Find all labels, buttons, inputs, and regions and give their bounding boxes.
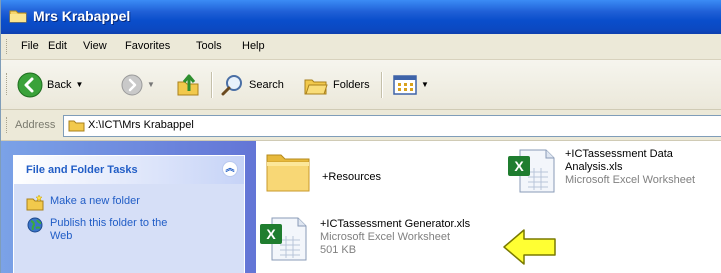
menu-help[interactable]: Help: [242, 40, 265, 52]
file-name: +ICTassessment Generator.xls: [320, 218, 471, 230]
task-panel-title: File and Folder Tasks: [26, 164, 138, 176]
address-bar: Address X:\ICT\Mrs Krabappel: [1, 110, 721, 141]
collapse-chevron-icon[interactable]: ︽: [222, 161, 238, 177]
menu-bar-grip[interactable]: [6, 39, 10, 54]
address-bar-grip[interactable]: [6, 117, 10, 133]
chevron-down-icon[interactable]: ▼: [147, 80, 155, 89]
excel-file-icon: X: [260, 217, 307, 261]
file-folder-tasks-panel: File and Folder Tasks ︽ Make a new folde…: [13, 155, 245, 273]
address-input[interactable]: X:\ICT\Mrs Krabappel: [63, 115, 721, 137]
up-folder-icon: [177, 74, 199, 95]
folders-button-label: Folders: [333, 78, 370, 91]
chevron-down-icon[interactable]: ▼: [75, 80, 83, 89]
window-title: Mrs Krabappel: [33, 8, 131, 24]
menu-view[interactable]: View: [83, 40, 107, 52]
folder-icon: [9, 10, 27, 23]
globe-icon: [27, 217, 43, 233]
folders-icon: [304, 79, 328, 94]
file-name: +Resources: [322, 171, 382, 183]
file-name: +ICTassessment Data Analysis.xls: [565, 148, 673, 173]
search-icon: [221, 74, 242, 95]
toolbar-separator: [381, 72, 383, 98]
task-pane: File and Folder Tasks ︽ Make a new folde…: [1, 141, 256, 273]
search-button[interactable]: Search: [221, 60, 284, 109]
pointer-arrow-icon: [503, 229, 556, 265]
search-button-label: Search: [249, 78, 284, 91]
folder-icon: [68, 120, 85, 132]
file-list-pane: +Resources X +ICTassessment Data Analysi…: [256, 141, 721, 273]
new-folder-icon: [26, 195, 44, 211]
file-size: 501 KB: [320, 244, 357, 256]
menu-file[interactable]: File: [21, 40, 39, 52]
menu-bar: File Edit View Favorites Tools Help: [1, 34, 721, 60]
file-type: Microsoft Excel Worksheet: [565, 174, 696, 186]
file-item-resources[interactable]: +Resources: [264, 149, 381, 195]
file-item-data-analysis[interactable]: X +ICTassessment Data Analysis.xls Micro…: [506, 148, 721, 194]
excel-file-icon: X: [508, 149, 555, 193]
back-button[interactable]: Back ▼: [17, 60, 83, 109]
file-item-generator[interactable]: X +ICTassessment Generator.xls Microsoft…: [258, 216, 470, 262]
task-make-new-folder[interactable]: Make a new folder: [26, 195, 140, 211]
address-path: X:\ICT\Mrs Krabappel: [88, 119, 194, 131]
task-label: Publish this folder to the Web: [50, 217, 168, 242]
forward-arrow-icon: [121, 74, 143, 95]
menu-tools[interactable]: Tools: [196, 40, 222, 52]
task-publish-to-web[interactable]: Publish this folder to the Web: [26, 217, 176, 243]
svg-text:X: X: [514, 158, 524, 174]
task-label: Make a new folder: [50, 195, 140, 207]
folders-button[interactable]: Folders: [303, 60, 370, 109]
views-icon: [393, 74, 417, 95]
views-button[interactable]: ▼: [393, 60, 429, 109]
title-bar[interactable]: Mrs Krabappel: [1, 0, 721, 34]
task-panel-header[interactable]: File and Folder Tasks ︽: [14, 156, 244, 184]
file-type: Microsoft Excel Worksheet: [320, 231, 451, 243]
forward-button[interactable]: ▼: [121, 60, 155, 109]
address-label: Address: [15, 119, 56, 131]
svg-text:X: X: [266, 226, 276, 242]
back-arrow-icon: [17, 72, 43, 97]
toolbar: Back ▼ ▼ Search Folders ▼: [1, 60, 721, 110]
back-button-label: Back: [47, 78, 72, 91]
explorer-window: Mrs Krabappel File Edit View Favorites T…: [0, 0, 721, 273]
folder-icon: [266, 154, 310, 192]
menu-edit[interactable]: Edit: [48, 40, 67, 52]
toolbar-grip[interactable]: [6, 73, 10, 95]
up-folder-button[interactable]: [176, 60, 200, 109]
toolbar-separator: [211, 72, 213, 98]
menu-favorites[interactable]: Favorites: [125, 40, 170, 52]
chevron-down-icon[interactable]: ▼: [421, 80, 429, 89]
